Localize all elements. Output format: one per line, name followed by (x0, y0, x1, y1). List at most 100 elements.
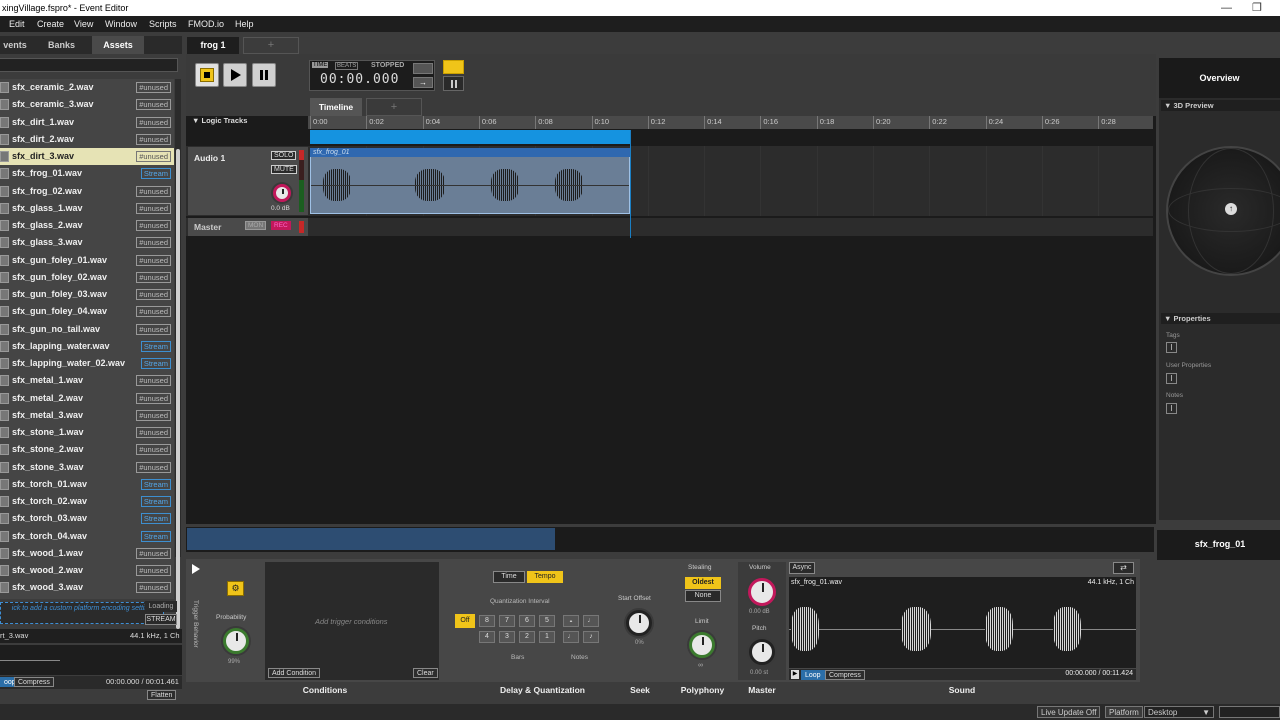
asset-row[interactable]: sfx_wood_2.wav #unused (0, 562, 174, 579)
start-offset-knob[interactable] (626, 610, 652, 636)
pitch-knob[interactable] (749, 639, 775, 665)
quant-bars-button[interactable]: 3 (499, 631, 515, 643)
time-quant-button[interactable]: Time (493, 571, 525, 583)
asset-row[interactable]: sfx_ceramic_3.wav #unused (0, 96, 174, 113)
stealing-oldest-button[interactable]: Oldest (685, 577, 721, 589)
listener-icon[interactable]: ↑ (1225, 203, 1237, 215)
asset-row[interactable]: sfx_glass_2.wav #unused (0, 217, 174, 234)
asset-row[interactable]: sfx_lapping_water_02.wav Stream (0, 355, 174, 372)
monitor-button[interactable]: MON (245, 221, 267, 230)
notes-edit-icon[interactable]: I (1166, 403, 1177, 414)
limit-knob[interactable] (689, 632, 715, 658)
preview-3d-header[interactable]: ▼ 3D Preview (1161, 100, 1280, 111)
note-quarter-icon[interactable]: ♩ (563, 631, 579, 643)
master-volume-knob[interactable] (748, 578, 776, 606)
solo-button[interactable]: SOLO (271, 151, 297, 160)
tab-timeline[interactable]: Timeline (310, 98, 362, 116)
track-volume-knob[interactable] (273, 184, 291, 202)
clear-button[interactable]: Clear (413, 668, 438, 678)
asset-row[interactable]: sfx_gun_foley_02.wav #unused (0, 269, 174, 286)
asset-row[interactable]: sfx_lapping_water.wav Stream (0, 338, 174, 355)
note-dotted-icon[interactable]: ♩ (583, 615, 599, 627)
beats-mode-button[interactable]: BEATS (335, 62, 359, 70)
asset-row[interactable]: sfx_stone_3.wav #unused (0, 459, 174, 476)
quant-bars-button[interactable]: 6 (519, 615, 535, 627)
asset-row[interactable]: sfx_wood_3.wav #unused (0, 579, 174, 596)
asset-row[interactable]: sfx_dirt_3.wav #unused (0, 148, 174, 165)
asset-row[interactable]: sfx_metal_2.wav #unused (0, 390, 174, 407)
conditions-area[interactable]: Add trigger conditions Add Condition Cle… (265, 562, 439, 680)
view-toggle-icon[interactable] (443, 60, 464, 74)
asset-row[interactable]: sfx_gun_foley_04.wav #unused (0, 303, 174, 320)
asset-row[interactable]: sfx_torch_03.wav Stream (0, 510, 174, 527)
quant-bars-button[interactable]: 4 (479, 631, 495, 643)
add-condition-button[interactable]: Add Condition (268, 668, 320, 678)
logic-tracks-toggle[interactable]: ▼ Logic Tracks (192, 116, 247, 125)
add-parameter-tab-icon[interactable]: + (366, 98, 422, 116)
pause-sync-icon[interactable] (443, 76, 464, 91)
asset-row[interactable]: sfx_torch_04.wav Stream (0, 528, 174, 545)
stop-button[interactable] (195, 63, 219, 87)
tempo-quant-button[interactable]: Tempo (527, 571, 563, 583)
asset-row[interactable]: sfx_metal_1.wav #unused (0, 372, 174, 389)
stream-button[interactable]: STREAM (145, 614, 177, 625)
mute-button[interactable]: MUTE (271, 165, 297, 174)
asset-row[interactable]: sfx_gun_foley_01.wav #unused (0, 252, 174, 269)
restore-icon[interactable]: ❐ (1252, 0, 1262, 16)
sound-play-icon[interactable]: ▶ (791, 670, 799, 679)
tab-events[interactable]: vents (0, 36, 30, 54)
loop-region[interactable] (310, 130, 630, 144)
user-props-edit-icon[interactable]: I (1166, 373, 1177, 384)
menu-scripts[interactable]: Scripts (149, 16, 177, 32)
menu-help[interactable]: Help (235, 16, 254, 32)
add-event-tab-icon[interactable]: + (243, 37, 299, 54)
asset-row[interactable]: sfx_metal_3.wav #unused (0, 407, 174, 424)
note-whole-icon[interactable]: 𝅝 (563, 615, 579, 627)
sound-compress-button[interactable]: Compress (825, 670, 865, 680)
properties-header[interactable]: ▼ Properties (1161, 313, 1280, 324)
follow-playback-icon[interactable]: → (413, 77, 433, 88)
quant-bars-button[interactable]: 2 (519, 631, 535, 643)
stealing-none-button[interactable]: None (685, 590, 721, 602)
pause-button[interactable] (252, 63, 276, 87)
replace-sound-icon[interactable]: ⇄ (1113, 562, 1134, 574)
asset-scrollbar[interactable] (175, 79, 181, 629)
tab-assets[interactable]: Assets (92, 36, 144, 54)
quant-bars-button[interactable]: 1 (539, 631, 555, 643)
time-mode-button[interactable]: TIME (312, 62, 329, 68)
minimize-icon[interactable]: — (1221, 0, 1232, 16)
quant-bars-button[interactable]: 7 (499, 615, 515, 627)
menu-view[interactable]: View (74, 16, 93, 32)
live-update-button[interactable]: Live Update Off (1037, 706, 1101, 718)
event-tab-frog1[interactable]: frog 1 (187, 37, 239, 54)
note-eighth-icon[interactable]: ♪ (583, 631, 599, 643)
search-input[interactable] (0, 58, 178, 72)
timeline-scroll-thumb[interactable] (187, 528, 555, 550)
quant-bars-button[interactable]: 5 (539, 615, 555, 627)
master-rec-button[interactable]: REC (271, 221, 291, 230)
tab-banks[interactable]: Banks (34, 36, 89, 54)
asset-compress-button[interactable]: Compress (14, 677, 54, 687)
loop-end-marker[interactable] (630, 130, 631, 238)
sound-waveform-panel[interactable]: sfx_frog_01.wav 44.1 kHz, 1 Ch (789, 577, 1136, 668)
timeline-scrollbar[interactable] (186, 527, 1154, 552)
deck-play-icon[interactable] (192, 564, 200, 574)
asset-row[interactable]: sfx_gun_foley_03.wav #unused (0, 286, 174, 303)
async-button[interactable]: Async (789, 562, 815, 574)
asset-row[interactable]: sfx_frog_01.wav Stream (0, 165, 174, 182)
asset-row[interactable]: sfx_torch_01.wav Stream (0, 476, 174, 493)
scroll-thumb[interactable] (176, 149, 180, 629)
play-button[interactable] (223, 63, 247, 87)
asset-row[interactable]: sfx_stone_2.wav #unused (0, 441, 174, 458)
platform-select[interactable]: Desktop ▼ (1144, 706, 1214, 718)
tags-edit-icon[interactable]: I (1166, 342, 1177, 353)
menu-fmodio[interactable]: FMOD.io (188, 16, 224, 32)
asset-row[interactable]: sfx_wood_1.wav #unused (0, 545, 174, 562)
asset-row[interactable]: sfx_glass_3.wav #unused (0, 234, 174, 251)
flatten-button[interactable]: Flatten (147, 690, 177, 700)
sound-loop-button[interactable]: Loop (801, 670, 825, 680)
asset-row[interactable]: sfx_frog_02.wav #unused (0, 183, 174, 200)
quant-bars-button[interactable]: 8 (479, 615, 495, 627)
menu-window[interactable]: Window (105, 16, 137, 32)
audio-clip[interactable] (310, 148, 630, 214)
